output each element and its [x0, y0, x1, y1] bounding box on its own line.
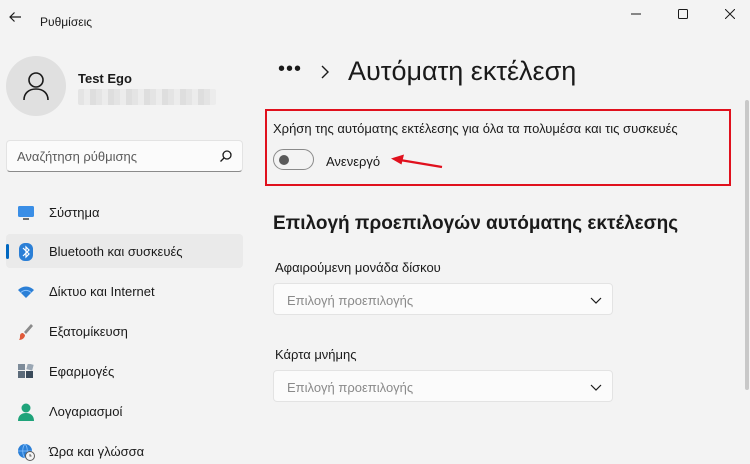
- close-icon: [725, 9, 735, 19]
- dropdown-value: Επιλογή προεπιλογής: [287, 293, 414, 308]
- breadcrumb-overflow[interactable]: •••: [278, 58, 302, 81]
- memory-card-label: Κάρτα μνήμης: [275, 347, 357, 362]
- search-box[interactable]: [6, 140, 243, 172]
- user-email-redacted: [78, 89, 216, 105]
- arrow-left-icon: [9, 12, 21, 22]
- chevron-right-icon: [321, 65, 329, 79]
- dropdown-value: Επιλογή προεπιλογής: [287, 380, 414, 395]
- apps-icon: [17, 363, 35, 381]
- sidebar-item-network[interactable]: Δίκτυο και Internet: [6, 274, 243, 308]
- account-icon: [17, 403, 35, 421]
- toggle-knob: [279, 155, 289, 165]
- chevron-down-icon: [590, 297, 602, 304]
- annotation-arrow-icon: [391, 154, 443, 169]
- back-button[interactable]: [4, 6, 26, 28]
- section-title: Επιλογή προεπιλογών αυτόματης εκτέλεσης: [273, 213, 679, 234]
- toggle-state-label: Ανενεργό: [326, 154, 381, 169]
- sidebar-item-accounts[interactable]: Λογαριασμοί: [6, 394, 243, 428]
- title-bar: Ρυθμίσεις: [0, 0, 750, 36]
- sidebar-item-label: Λογαριασμοί: [49, 404, 123, 419]
- sidebar-item-label: Bluetooth και συσκευές: [49, 244, 183, 259]
- bluetooth-icon: [17, 243, 35, 261]
- brush-icon: [17, 323, 35, 341]
- sidebar-item-system[interactable]: Σύστημα: [6, 195, 243, 229]
- chevron-down-icon: [590, 384, 602, 391]
- sidebar-item-label: Εφαρμογές: [49, 364, 115, 379]
- removable-drive-dropdown[interactable]: Επιλογή προεπιλογής: [273, 283, 613, 315]
- close-button[interactable]: [707, 0, 750, 28]
- search-input[interactable]: [17, 149, 207, 164]
- wifi-icon: [17, 283, 35, 301]
- autoplay-setting-label: Χρήση της αυτόματης εκτέλεσης για όλα τα…: [273, 121, 678, 136]
- globe-clock-icon: [17, 443, 35, 461]
- memory-card-dropdown[interactable]: Επιλογή προεπιλογής: [273, 370, 613, 402]
- monitor-icon: [17, 204, 35, 222]
- sidebar-item-label: Ώρα και γλώσσα: [49, 444, 145, 459]
- avatar[interactable]: [6, 56, 66, 116]
- sidebar-item-bluetooth[interactable]: Bluetooth και συσκευές: [6, 234, 243, 268]
- sidebar-item-label: Σύστημα: [49, 205, 100, 220]
- sidebar-item-apps[interactable]: Εφαρμογές: [6, 354, 243, 388]
- user-name: Test Ego: [78, 71, 132, 86]
- maximize-button[interactable]: [660, 0, 706, 28]
- minimize-icon: [631, 13, 641, 15]
- window-title: Ρυθμίσεις: [40, 15, 93, 29]
- search-icon[interactable]: [219, 149, 233, 163]
- page-title: Αυτόματη εκτέλεση: [348, 56, 577, 86]
- active-indicator: [6, 244, 9, 259]
- sidebar-item-label: Εξατομίκευση: [49, 324, 128, 339]
- content-scrollbar[interactable]: [745, 100, 749, 390]
- sidebar-item-label: Δίκτυο και Internet: [49, 284, 155, 299]
- sidebar-item-personalization[interactable]: Εξατομίκευση: [6, 314, 243, 348]
- minimize-button[interactable]: [613, 0, 659, 28]
- sidebar-item-time-language[interactable]: Ώρα και γλώσσα: [6, 434, 243, 464]
- person-icon: [23, 72, 49, 101]
- autoplay-toggle[interactable]: [273, 149, 314, 170]
- maximize-icon: [678, 9, 688, 19]
- removable-drive-label: Αφαιρούμενη μονάδα δίσκου: [275, 260, 441, 275]
